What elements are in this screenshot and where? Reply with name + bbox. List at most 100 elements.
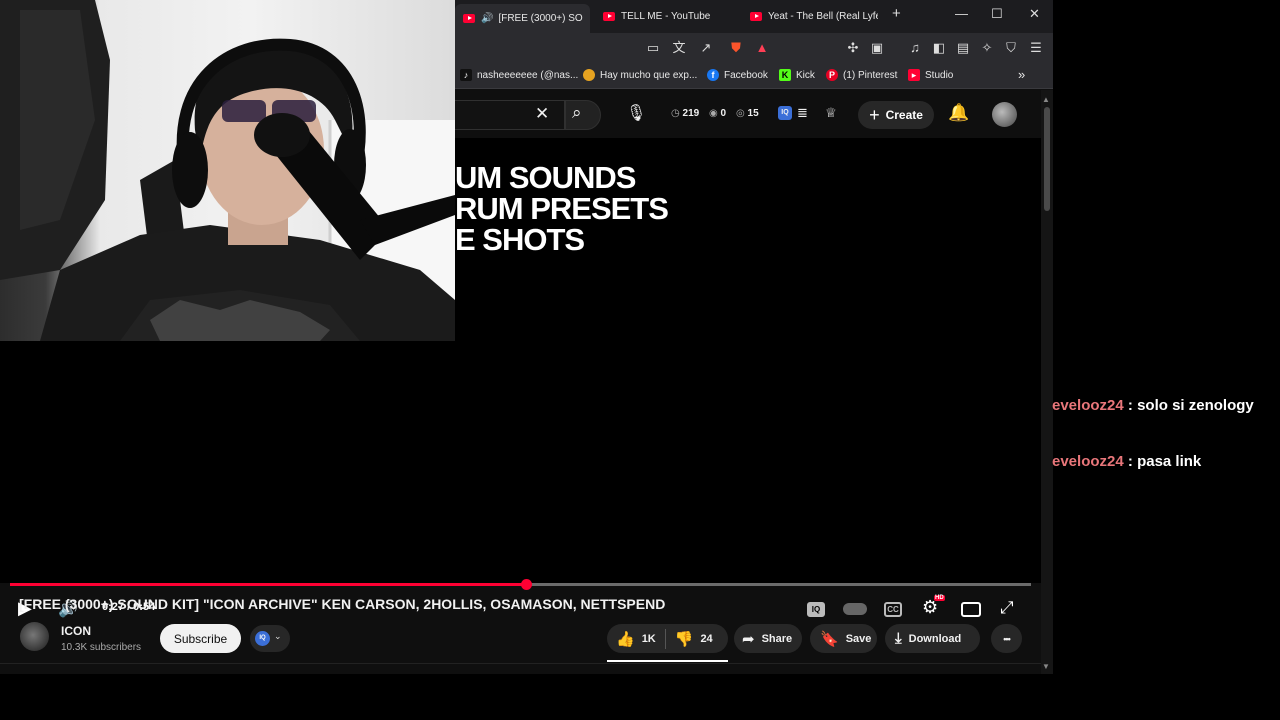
maximize-button[interactable]: ☐: [991, 6, 1003, 22]
extension-iq-player-icon[interactable]: IQ: [807, 602, 825, 617]
progress-played: [10, 583, 526, 586]
channel-avatar[interactable]: [20, 622, 49, 651]
youtube-icon: [750, 12, 762, 21]
more-bookmarks-button[interactable]: »: [1018, 67, 1025, 82]
captions-icon[interactable]: CC: [884, 602, 902, 617]
cast-icon[interactable]: ▭: [645, 40, 661, 56]
views-stat: ◷ 219: [671, 108, 699, 119]
save-button[interactable]: 🔖 Save: [810, 624, 877, 653]
bookmark-tiktok[interactable]: ♪ nasheeeeeee (@nas...: [460, 69, 578, 81]
like-count[interactable]: 1K: [642, 633, 656, 645]
speaker-icon[interactable]: 🔊: [481, 13, 493, 24]
thumbs-up-icon[interactable]: 👍: [616, 630, 635, 648]
divider: [0, 663, 1041, 664]
create-button[interactable]: + Create: [858, 101, 934, 129]
download-label: Download: [908, 632, 962, 645]
watching-count: 15: [747, 108, 759, 119]
tiktok-icon: ♪: [460, 69, 472, 81]
sidebar-icon[interactable]: ◧: [931, 40, 947, 56]
youtube-icon: [603, 12, 615, 21]
video-frame-text: UM SOUNDS RUM PRESETS E SHOTS: [455, 162, 669, 257]
tab-yeat[interactable]: Yeat - The Bell (Real Lyfe: [742, 4, 878, 29]
download-button[interactable]: ⤓ Download: [885, 624, 980, 653]
bookmark-icon: 🔖: [820, 630, 839, 648]
webcam-feed: [0, 0, 455, 341]
vpn-icon[interactable]: ⛉: [1003, 40, 1019, 56]
share-arrow-icon: ➦: [742, 630, 755, 648]
download-icon: ⤓: [895, 630, 902, 647]
more-actions-button[interactable]: •••: [991, 624, 1022, 653]
bookmark-hay-mucho[interactable]: Hay mucho que exp...: [583, 69, 697, 81]
progress-bar[interactable]: [10, 579, 1031, 590]
chat-separator: :: [1123, 453, 1138, 470]
bookmark-kick[interactable]: K Kick: [779, 69, 815, 81]
scroll-up-arrow-icon[interactable]: ▲: [1042, 95, 1050, 104]
voice-search-icon[interactable]: 🎙: [626, 103, 646, 123]
leo-ai-icon[interactable]: ✧: [979, 40, 995, 56]
bookmark-label: Kick: [796, 69, 815, 81]
extension-iq-icon[interactable]: IQ: [778, 106, 792, 120]
divider: [664, 628, 666, 649]
trophy-icon[interactable]: ♕: [825, 105, 837, 121]
chrome-icon: [583, 69, 595, 81]
views-count: 219: [682, 108, 700, 119]
account-avatar[interactable]: [992, 102, 1017, 127]
brave-rewards-icon[interactable]: ▲: [754, 40, 770, 56]
youtube-icon: [463, 14, 475, 23]
extension-pill[interactable]: IQ ⌄: [250, 625, 290, 652]
bookmark-label: Studio: [925, 69, 954, 81]
video-title: [FREE (3000+) SOUND KIT] "ICON ARCHIVE" …: [19, 596, 666, 612]
translate-icon[interactable]: 文: [671, 40, 687, 56]
bookmark-label: nasheeeeeee (@nas...: [477, 69, 579, 81]
tab-title: Yeat - The Bell (Real Lyfe: [768, 11, 878, 22]
extension-iq-icon: IQ: [255, 631, 270, 646]
tab-active-video[interactable]: 🔊 [FREE (3000+) SO ✕: [455, 4, 590, 33]
scrollbar-thumb[interactable]: [1044, 107, 1050, 211]
create-label: Create: [885, 108, 923, 122]
chat-text: solo si zenology: [1137, 397, 1254, 414]
facebook-icon: f: [707, 69, 719, 81]
tab-tell-me[interactable]: TELL ME - YouTube: [595, 4, 735, 29]
brave-shields-icon[interactable]: ⛊: [728, 40, 744, 56]
channel-name[interactable]: ICON: [61, 624, 91, 638]
scroll-down-arrow-icon[interactable]: ▼: [1042, 662, 1050, 671]
chat-separator: :: [1123, 397, 1138, 414]
eye-outline-icon: ◎: [736, 108, 745, 119]
chat-message: evelooz24 : pasa link: [1052, 453, 1201, 470]
subscribe-button[interactable]: Subscribe: [160, 624, 241, 653]
save-label: Save: [845, 632, 872, 645]
thumbs-down-icon[interactable]: 👎: [675, 630, 694, 648]
bookmark-facebook[interactable]: f Facebook: [707, 69, 768, 81]
subscriber-count: 10.3K subscribers: [61, 642, 142, 653]
clear-search-icon[interactable]: ✕: [535, 104, 549, 124]
share-page-icon[interactable]: ↗: [698, 40, 714, 56]
webcam-overlay: [0, 0, 455, 341]
chevron-down-icon: ⌄: [274, 631, 282, 641]
extensions-icon[interactable]: ✣: [845, 40, 861, 56]
dislike-count[interactable]: 24: [700, 633, 712, 645]
theater-mode-icon[interactable]: [961, 602, 981, 617]
new-tab-button[interactable]: +: [892, 5, 901, 22]
menu-icon[interactable]: ☰: [1028, 40, 1044, 56]
extension-iq-icon[interactable]: ▣: [869, 40, 885, 56]
bookmark-pinterest[interactable]: P (1) Pinterest: [826, 69, 897, 81]
like-dislike-group: 👍 1K 👎 24: [607, 624, 728, 653]
notifications-bell-icon[interactable]: 🔔: [948, 103, 969, 123]
chat-message: evelooz24 : solo si zenology: [1052, 397, 1254, 414]
video-text-line: E SHOTS: [455, 222, 585, 257]
media-controls-icon[interactable]: ♫: [907, 40, 923, 56]
minimize-button[interactable]: —: [955, 6, 968, 21]
bookmark-studio[interactable]: ▸ Studio: [908, 69, 953, 81]
wallet-icon[interactable]: ▤: [955, 40, 971, 56]
autoplay-toggle[interactable]: [843, 603, 867, 615]
settings-gear-icon[interactable]: ⚙ HD: [922, 595, 945, 618]
scrubber-handle[interactable]: [520, 579, 532, 590]
share-label: Share: [761, 632, 793, 645]
share-button[interactable]: ➦ Share: [734, 624, 802, 653]
list-icon[interactable]: ≣: [797, 105, 808, 121]
fullscreen-icon[interactable]: ⤢: [1000, 598, 1014, 618]
chat-username: evelooz24: [1052, 397, 1124, 414]
pinterest-icon: P: [826, 69, 838, 81]
search-button[interactable]: [565, 100, 601, 130]
close-window-button[interactable]: ✕: [1029, 6, 1040, 22]
